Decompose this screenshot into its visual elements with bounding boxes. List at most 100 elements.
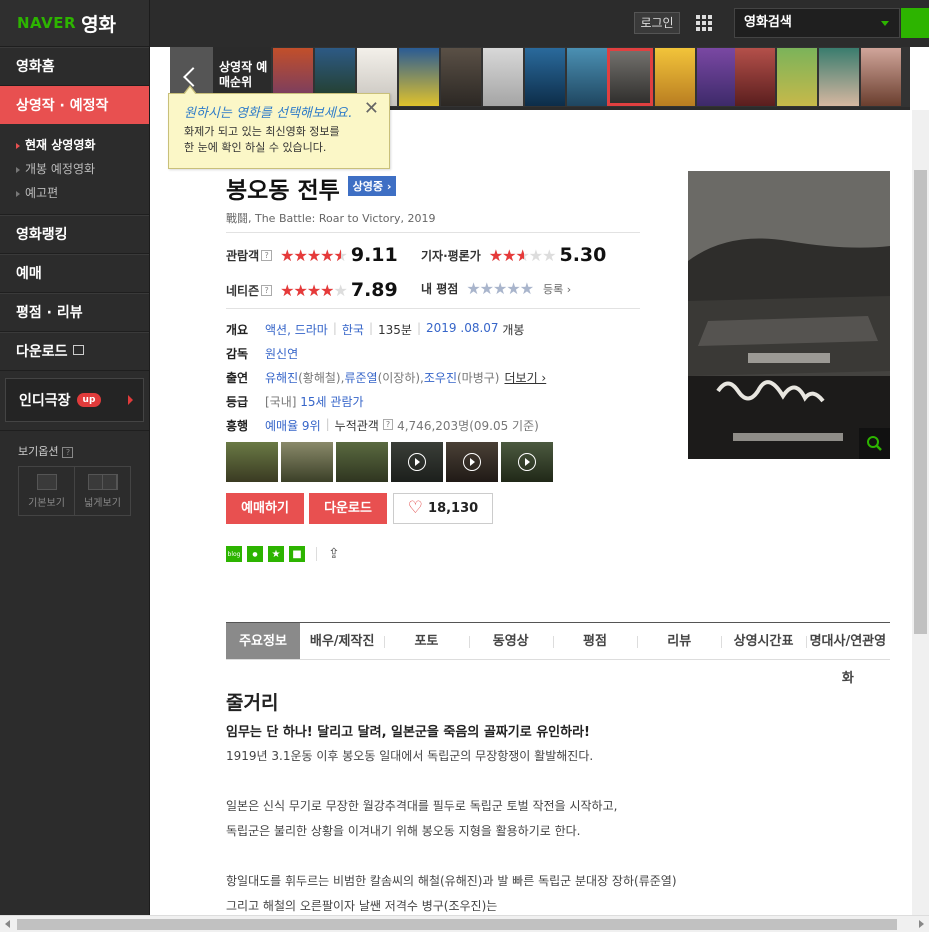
booking-rank-link[interactable]: 예매율 9위 <box>265 417 321 434</box>
movie-title: 봉오동 전투 <box>226 178 340 204</box>
movie-poster[interactable] <box>688 171 890 459</box>
poster-thumb[interactable] <box>735 48 775 106</box>
poster-zoom-button[interactable] <box>859 428 890 459</box>
more-cast-link[interactable]: 더보기 › <box>504 369 546 386</box>
sidebar-item-booking[interactable]: 예매 <box>0 254 149 293</box>
heart-icon: ♡ <box>407 498 424 518</box>
cast-role: (마병구) <box>457 371 500 385</box>
still-photo[interactable] <box>336 442 388 482</box>
genre-link[interactable]: 액션, 드라마 <box>265 321 328 338</box>
video-thumb[interactable] <box>391 442 443 482</box>
app-grid-icon[interactable] <box>696 15 712 31</box>
poster-thumb-selected[interactable] <box>607 48 653 106</box>
rating-link[interactable]: 15세 관람가 <box>300 393 363 410</box>
tab-ratings[interactable]: 평점 <box>552 623 637 659</box>
scrollbar-thumb[interactable] <box>914 170 927 634</box>
help-icon[interactable]: ? <box>261 284 273 296</box>
movie-search-select[interactable]: 영화검색 <box>734 8 900 38</box>
poster-thumb[interactable] <box>399 48 439 106</box>
cast-link[interactable]: 조우진 <box>424 369 457 386</box>
sidebar-item-download[interactable]: 다운로드 <box>0 332 149 371</box>
poster-thumb[interactable] <box>777 48 817 106</box>
box-office-label: 흥행 <box>226 419 249 433</box>
status-badge[interactable]: 상영중 › <box>347 176 397 196</box>
director-link[interactable]: 원신연 <box>265 345 298 362</box>
netizen-score: 네티즌? ★★★★★★★★★★ 7.89 <box>226 279 398 301</box>
download-button[interactable]: 다운로드 <box>309 493 387 524</box>
help-icon[interactable]: ? <box>62 447 74 458</box>
tab-reviews[interactable]: 리뷰 <box>637 623 721 659</box>
sidebar-item-reviews[interactable]: 평점 · 리뷰 <box>0 293 149 332</box>
release-suffix: 개봉 <box>502 323 525 337</box>
login-button[interactable]: 로그인 <box>634 12 680 34</box>
tab-photos[interactable]: 포토 <box>384 623 468 659</box>
basic-view-icon <box>36 473 57 490</box>
poster-thumb[interactable] <box>819 48 859 106</box>
blog-share-icon[interactable]: blog <box>226 546 242 562</box>
release-date-link[interactable]: 2019 .08.07 <box>426 321 499 338</box>
subnav-upcoming-movies[interactable]: 개봉 예정영화 <box>16 157 149 181</box>
tab-main-info[interactable]: 주요정보 <box>226 623 300 659</box>
still-photo[interactable] <box>281 442 333 482</box>
audience-score-value: 9.11 <box>350 244 398 266</box>
wide-view-button[interactable]: 넓게보기 <box>75 467 130 515</box>
poster-thumb[interactable] <box>567 48 607 106</box>
still-photo[interactable] <box>226 442 278 482</box>
poster-thumb[interactable] <box>861 48 901 106</box>
sidebar-item-movie-home[interactable]: 영화홈 <box>0 47 149 86</box>
cafe-share-icon[interactable]: ● <box>247 546 263 562</box>
indie-theater-label: 인디극장 <box>19 393 71 409</box>
cast-link[interactable]: 유해진 <box>265 369 298 386</box>
country-link[interactable]: 한국 <box>342 321 364 338</box>
indie-theater-button[interactable]: 인디극장 up <box>5 378 144 422</box>
tooltip: 원하시는 영화를 선택해보세요. 화제가 되고 있는 최신영화 정보를 한 눈에… <box>168 85 390 169</box>
scroll-right-icon[interactable] <box>919 920 924 928</box>
tab-showtimes[interactable]: 상영시간표 <box>721 623 805 659</box>
tab-quotes-related[interactable]: 명대사/연관영화 <box>805 623 890 686</box>
subnav-trailers[interactable]: 예고편 <box>16 181 149 205</box>
video-thumb[interactable] <box>446 442 498 482</box>
wide-view-icon <box>87 473 118 490</box>
sidebar: NAVER 영화 영화홈 상영작 · 예정작 현재 상영영화 개봉 예정영화 예… <box>0 0 150 932</box>
tooltip-headline: 원하시는 영화를 선택해보세요. <box>184 106 352 121</box>
close-icon[interactable]: ✕ <box>364 98 379 119</box>
up-badge: up <box>76 393 102 407</box>
movie-logo-text: 영화 <box>81 13 117 36</box>
star-share-icon[interactable]: ★ <box>268 546 284 562</box>
scrollbar-thumb[interactable] <box>17 919 897 930</box>
director-label: 감독 <box>226 347 249 361</box>
poster-thumb[interactable] <box>483 48 523 106</box>
basic-view-button[interactable]: 기본보기 <box>19 467 75 515</box>
vertical-scrollbar[interactable] <box>912 110 929 915</box>
help-icon[interactable]: ? <box>382 419 394 430</box>
sidebar-item-now-showing[interactable]: 상영작 · 예정작 <box>0 86 149 124</box>
sidebar-download-label: 다운로드 <box>16 344 68 360</box>
tab-cast-crew[interactable]: 배우/제작진 <box>300 623 384 659</box>
my-rating: 내 평점 ★★★★★ 등록 › <box>421 279 571 298</box>
naver-movie-logo[interactable]: NAVER 영화 <box>0 0 149 47</box>
tab-videos[interactable]: 동영상 <box>468 623 553 659</box>
scroll-left-icon[interactable] <box>5 920 10 928</box>
register-rating-link[interactable]: 등록 › <box>543 281 571 297</box>
view-options-label: 보기옵션 <box>18 445 59 458</box>
poster-thumb[interactable] <box>525 48 565 106</box>
like-button[interactable]: ♡ 18,130 <box>393 493 493 524</box>
poster-art-icon <box>688 171 890 459</box>
help-icon[interactable]: ? <box>261 249 273 261</box>
cast-link[interactable]: 류준열 <box>344 369 377 386</box>
basic-view-label: 기본보기 <box>28 497 65 509</box>
audience-stars: ★★★★★ ★★★★★ <box>280 245 348 265</box>
horizontal-scrollbar[interactable] <box>0 915 929 932</box>
reserve-button[interactable]: 예매하기 <box>226 493 304 524</box>
video-thumb[interactable] <box>501 442 553 482</box>
sidebar-item-ranking[interactable]: 영화랭킹 <box>0 215 149 254</box>
poster-thumb[interactable] <box>655 48 695 106</box>
my-rating-stars[interactable]: ★★★★★ <box>466 279 534 298</box>
poster-thumb[interactable] <box>697 48 737 106</box>
band-share-icon[interactable]: ■ <box>289 546 305 562</box>
search-button[interactable] <box>901 8 929 38</box>
share-icon[interactable]: ⇪ <box>328 546 340 562</box>
poster-thumb[interactable] <box>441 48 481 106</box>
subnav-current-movies[interactable]: 현재 상영영화 <box>16 133 149 157</box>
audience-score: 관람객? ★★★★★ ★★★★★ 9.11 <box>226 244 398 266</box>
